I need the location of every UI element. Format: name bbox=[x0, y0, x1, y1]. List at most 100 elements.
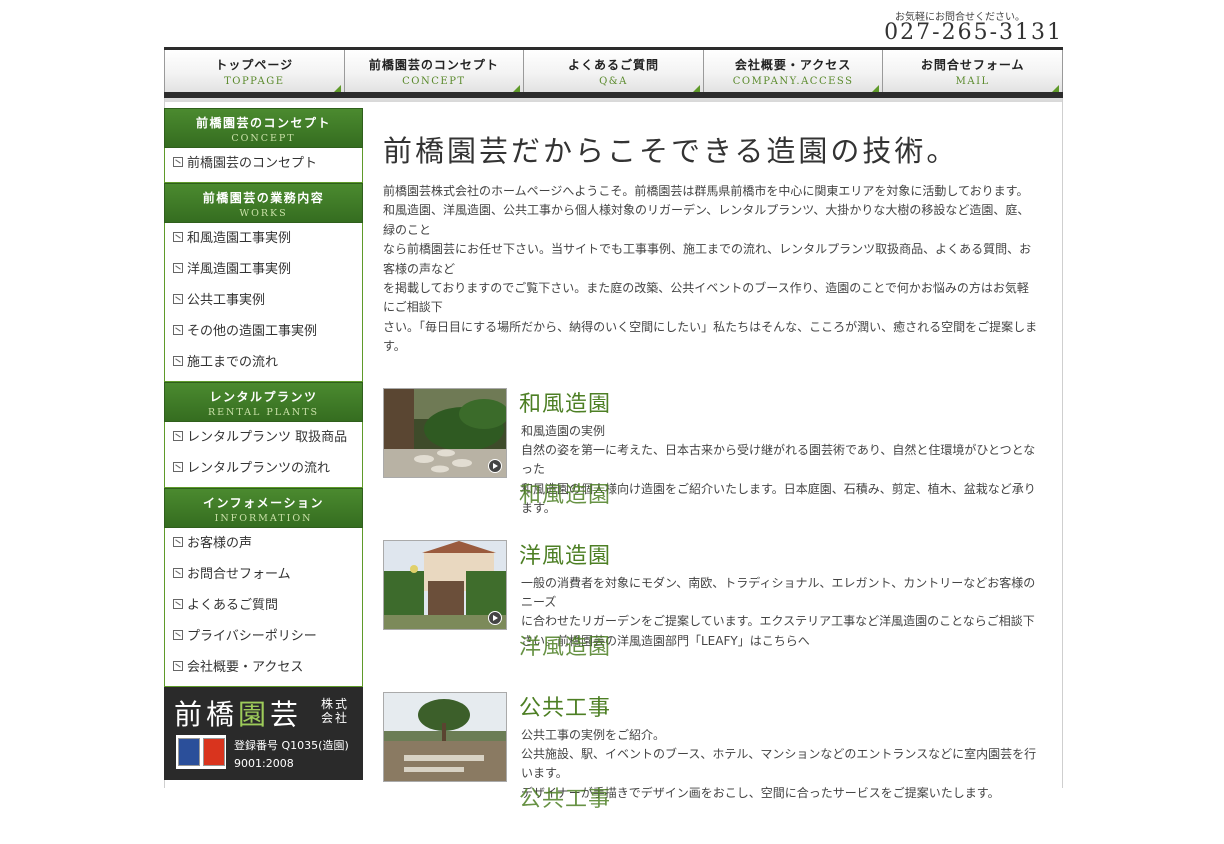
page-wrapper: お気軽にお問合せください。 027-265-3131 トップページ TOPPAG… bbox=[164, 0, 1063, 812]
sidebar-item-concept[interactable]: 前橋園芸のコンセプト bbox=[165, 151, 362, 182]
nav-label: トップページ bbox=[215, 58, 294, 72]
sidebar-heading-label: インフォメーション bbox=[203, 496, 324, 510]
sidebar-item-label: 会社概要・アクセス bbox=[187, 660, 304, 675]
company-type-line: 株式 bbox=[321, 697, 350, 711]
section-title-overlap: 和風造園 bbox=[519, 482, 612, 508]
sidebar-item-other-works[interactable]: その他の造園工事実例 bbox=[165, 319, 362, 350]
corner-triangle-icon bbox=[1051, 85, 1059, 92]
sidebar-item-label: その他の造園工事実例 bbox=[187, 324, 318, 339]
nav-toppage[interactable]: トップページ TOPPAGE bbox=[164, 50, 345, 95]
sidebar-item-label: よくあるご質問 bbox=[187, 598, 279, 613]
section-japanese-garden: 和風造園 和風造園の実例 自然の姿を第一に考えた、日本古来から受け継がれる園芸術… bbox=[383, 386, 1048, 540]
sidebar-heading-concept: 前橋園芸のコンセプト CONCEPT bbox=[164, 108, 363, 148]
public-works-photo-image bbox=[384, 692, 506, 781]
sidebar-item-rental-flow[interactable]: レンタルプランツの流れ bbox=[165, 456, 362, 487]
link-arrow-icon bbox=[173, 568, 183, 578]
nav-faq[interactable]: よくあるご質問 Q&A bbox=[524, 50, 704, 95]
nav-sublabel: Q&A bbox=[599, 76, 628, 87]
sidebar-item-contact-form[interactable]: お問合せフォーム bbox=[165, 562, 362, 593]
link-arrow-icon bbox=[173, 661, 183, 671]
link-arrow-icon bbox=[173, 263, 183, 273]
section-line: 自然の姿を第一に考えた、日本古来から受け継がれる園芸術であり、自然と住環境がひと… bbox=[521, 443, 1036, 477]
sidebar-item-label: レンタルプランツの流れ bbox=[187, 461, 331, 476]
nav-sublabel: COMPANY.ACCESS bbox=[732, 76, 854, 87]
link-arrow-icon bbox=[173, 599, 183, 609]
sidebar-item-label: プライバシーポリシー bbox=[187, 629, 317, 644]
sidebar-list-works: 和風造園工事実例 洋風造園工事実例 公共工事実例 その他の造園工事実例 施工まで… bbox=[164, 223, 363, 382]
sidebar-item-label: 洋風造園工事実例 bbox=[187, 262, 292, 277]
sidebar-heading-rental: レンタルプランツ RENTAL PLANTS bbox=[164, 382, 363, 422]
link-arrow-icon bbox=[173, 537, 183, 547]
registration-line: 9001:2008 bbox=[234, 757, 294, 770]
iso-mark-icon bbox=[177, 738, 200, 766]
section-title[interactable]: 公共工事 bbox=[519, 690, 611, 722]
nav-concept[interactable]: 前橋園芸のコンセプト CONCEPT bbox=[345, 50, 525, 95]
japanese-garden-photo[interactable] bbox=[383, 387, 507, 478]
sidebar-heading-sublabel: RENTAL PLANTS bbox=[207, 407, 320, 418]
page-title: 前橋園芸だからこそできる造園の技術。 bbox=[383, 134, 959, 168]
sidebar-list-info: お客様の声 お問合せフォーム よくあるご質問 プライバシーポリシー 会社概要・ア… bbox=[164, 528, 363, 687]
section-line: 公共工事の実例をご紹介。 bbox=[521, 727, 666, 742]
sidebar-list-rental: レンタルプランツ 取扱商品 レンタルプランツの流れ bbox=[164, 422, 363, 488]
sidebar-item-label: お客様の声 bbox=[187, 536, 253, 551]
intro-text: 前橋園芸株式会社のホームページへようこそ。前橋園芸は群馬県前橋市を中心に関東エリ… bbox=[383, 182, 1038, 357]
section-title-overlap: 公共工事 bbox=[519, 786, 612, 812]
company-logo-box: 前橋園芸 株式 会社 登録番号 Q1035(造園) 9001:2008 bbox=[164, 687, 363, 780]
corner-triangle-icon bbox=[872, 85, 880, 92]
section-title[interactable]: 洋風造園 bbox=[519, 538, 611, 570]
sidebar-heading-label: 前橋園芸の業務内容 bbox=[202, 191, 325, 205]
sidebar-item-label: 公共工事実例 bbox=[187, 293, 266, 308]
phone-number[interactable]: 027-265-3131 bbox=[884, 20, 1063, 45]
sidebar-item-label: 施工までの流れ bbox=[187, 355, 279, 370]
sidebar-item-faq[interactable]: よくあるご質問 bbox=[165, 593, 362, 624]
link-arrow-icon bbox=[173, 630, 183, 640]
logo-accent-text: 園 bbox=[238, 698, 271, 731]
main-content: 前橋園芸だからこそできる造園の技術。 前橋園芸株式会社のホームページへようこそ。… bbox=[383, 108, 1048, 844]
sidebar-item-customer-voice[interactable]: お客様の声 bbox=[165, 531, 362, 562]
sidebar-heading-works: 前橋園芸の業務内容 WORKS bbox=[164, 183, 363, 223]
section-western-garden: 洋風造園 一般の消費者を対象にモダン、南欧、トラディショナル、エレガント、カント… bbox=[383, 538, 1048, 692]
logo-text: 前橋 bbox=[174, 698, 239, 731]
company-logo: 前橋園芸 bbox=[174, 693, 302, 733]
sidebar-item-western-garden[interactable]: 洋風造園工事実例 bbox=[165, 257, 362, 288]
link-arrow-icon bbox=[173, 294, 183, 304]
sidebar-heading-label: レンタルプランツ bbox=[209, 390, 318, 404]
sidebar-item-label: お問合せフォーム bbox=[187, 567, 291, 582]
intro-line: を掲載しておりますのでご覧下さい。また庭の改築、公共イベントのブース作り、造園の… bbox=[383, 281, 1029, 315]
nav-label: よくあるご質問 bbox=[567, 58, 659, 72]
link-arrow-icon bbox=[173, 325, 183, 335]
sidebar-heading-sublabel: WORKS bbox=[239, 208, 288, 219]
public-works-photo[interactable] bbox=[383, 691, 507, 782]
sidebar-item-label: 和風造園工事実例 bbox=[187, 231, 292, 246]
section-title-overlap: 洋風造園 bbox=[519, 634, 612, 660]
link-arrow-icon bbox=[173, 356, 183, 366]
intro-line: 前橋園芸株式会社のホームページへようこそ。前橋園芸は群馬県前橋市を中心に関東エリ… bbox=[383, 184, 1029, 198]
sidebar-item-process-flow[interactable]: 施工までの流れ bbox=[165, 350, 362, 381]
western-garden-photo[interactable] bbox=[383, 539, 507, 630]
link-arrow-icon bbox=[173, 462, 183, 472]
section-line: 和風造園の実例 bbox=[521, 423, 606, 438]
nav-sublabel: CONCEPT bbox=[402, 76, 466, 87]
sidebar-item-japanese-garden[interactable]: 和風造園工事実例 bbox=[165, 226, 362, 257]
play-icon bbox=[488, 458, 502, 473]
link-arrow-icon bbox=[173, 232, 183, 242]
sidebar-item-public-works[interactable]: 公共工事実例 bbox=[165, 288, 362, 319]
nav-sublabel: MAIL bbox=[955, 76, 990, 87]
sidebar-list-concept: 前橋園芸のコンセプト bbox=[164, 148, 363, 183]
nav-label: お問合せフォーム bbox=[920, 58, 1025, 72]
corner-triangle-icon bbox=[333, 85, 341, 92]
section-title[interactable]: 和風造園 bbox=[519, 386, 611, 418]
company-type: 株式 会社 bbox=[321, 697, 349, 725]
nav-mail[interactable]: お問合せフォーム MAIL bbox=[883, 50, 1063, 95]
sidebar-item-rental-products[interactable]: レンタルプランツ 取扱商品 bbox=[165, 425, 362, 456]
logo-text: 芸 bbox=[270, 698, 303, 731]
sidebar-item-privacy-policy[interactable]: プライバシーポリシー bbox=[165, 624, 362, 655]
sidebar-heading-label: 前橋園芸のコンセプト bbox=[195, 116, 331, 130]
nav-company-access[interactable]: 会社概要・アクセス COMPANY.ACCESS bbox=[704, 50, 884, 95]
section-public-works: 公共工事 公共工事の実例をご紹介。 公共施設、駅、イベントのブース、ホテル、マン… bbox=[383, 690, 1048, 844]
certification-badge-icon bbox=[176, 735, 226, 769]
jab-mark-icon bbox=[202, 738, 225, 766]
intro-line: なら前橋園芸にお任せ下さい。当サイトでも工事事例、施工までの流れ、レンタルプラン… bbox=[383, 242, 1032, 276]
nav-label: 会社概要・アクセス bbox=[734, 58, 852, 72]
sidebar-item-company-access[interactable]: 会社概要・アクセス bbox=[165, 655, 362, 686]
